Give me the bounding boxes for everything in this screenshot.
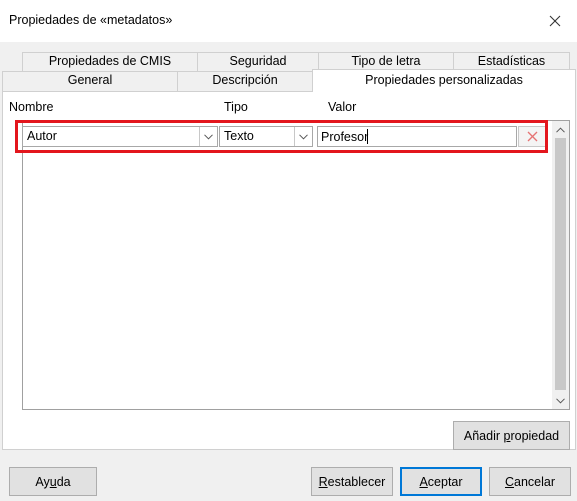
scroll-down-button[interactable] xyxy=(552,392,569,409)
properties-dialog: Propiedades de «metadatos» Propiedades d… xyxy=(0,0,577,501)
tab-cmis-properties[interactable]: Propiedades de CMIS xyxy=(22,52,198,72)
tab-custom-properties[interactable]: Propiedades personalizadas xyxy=(312,69,576,93)
remove-property-button[interactable] xyxy=(518,126,546,147)
property-list xyxy=(22,120,570,410)
help-label-after: da xyxy=(56,474,71,489)
property-name-combobox[interactable]: Autor xyxy=(22,126,218,147)
column-header-type: Tipo xyxy=(224,100,248,114)
column-header-name: Nombre xyxy=(9,100,54,114)
property-value-input[interactable] xyxy=(317,126,517,147)
vertical-scrollbar[interactable] xyxy=(552,121,569,409)
chevron-down-icon xyxy=(556,397,565,404)
property-type-dropdown[interactable] xyxy=(294,127,312,146)
chevron-down-icon xyxy=(299,133,308,140)
tab-security[interactable]: Seguridad xyxy=(197,52,319,72)
close-button[interactable] xyxy=(540,6,570,36)
reset-button[interactable]: Restablecer xyxy=(311,467,393,496)
text-caret xyxy=(367,129,368,144)
close-icon xyxy=(549,15,561,27)
property-name-value: Autor xyxy=(27,129,57,143)
add-property-mnemonic: p xyxy=(503,428,511,443)
help-label-before: Ay xyxy=(35,474,50,489)
help-mnemonic: u xyxy=(49,474,57,489)
window-title: Propiedades de «metadatos» xyxy=(9,13,173,27)
cancel-label-after: ancelar xyxy=(514,474,556,489)
scroll-up-button[interactable] xyxy=(552,121,569,138)
chevron-down-icon xyxy=(204,133,213,140)
reset-label-after: establecer xyxy=(327,474,386,489)
ok-button[interactable]: Aceptar xyxy=(400,467,482,496)
add-property-label-after: ropiedad xyxy=(510,428,560,443)
title-bar: Propiedades de «metadatos» xyxy=(0,0,577,42)
remove-icon xyxy=(527,131,537,142)
ok-mnemonic: A xyxy=(419,474,428,489)
add-property-button[interactable]: Añadir p ropiedad xyxy=(453,421,570,450)
reset-mnemonic: R xyxy=(318,474,328,489)
help-button[interactable]: Ay u da xyxy=(9,467,97,496)
property-name-dropdown[interactable] xyxy=(199,127,217,146)
property-type-combobox[interactable]: Texto xyxy=(219,126,313,147)
column-header-value: Valor xyxy=(328,100,357,114)
scroll-thumb[interactable] xyxy=(555,138,566,390)
chevron-up-icon xyxy=(556,126,565,133)
add-property-label-before: Añadir xyxy=(463,428,504,443)
cancel-button[interactable]: Cancelar xyxy=(489,467,571,496)
tab-description[interactable]: Descripción xyxy=(177,71,313,92)
cancel-mnemonic: C xyxy=(504,474,515,489)
ok-label-after: ceptar xyxy=(427,474,463,489)
property-type-value: Texto xyxy=(224,129,254,143)
tab-general[interactable]: General xyxy=(2,71,178,92)
